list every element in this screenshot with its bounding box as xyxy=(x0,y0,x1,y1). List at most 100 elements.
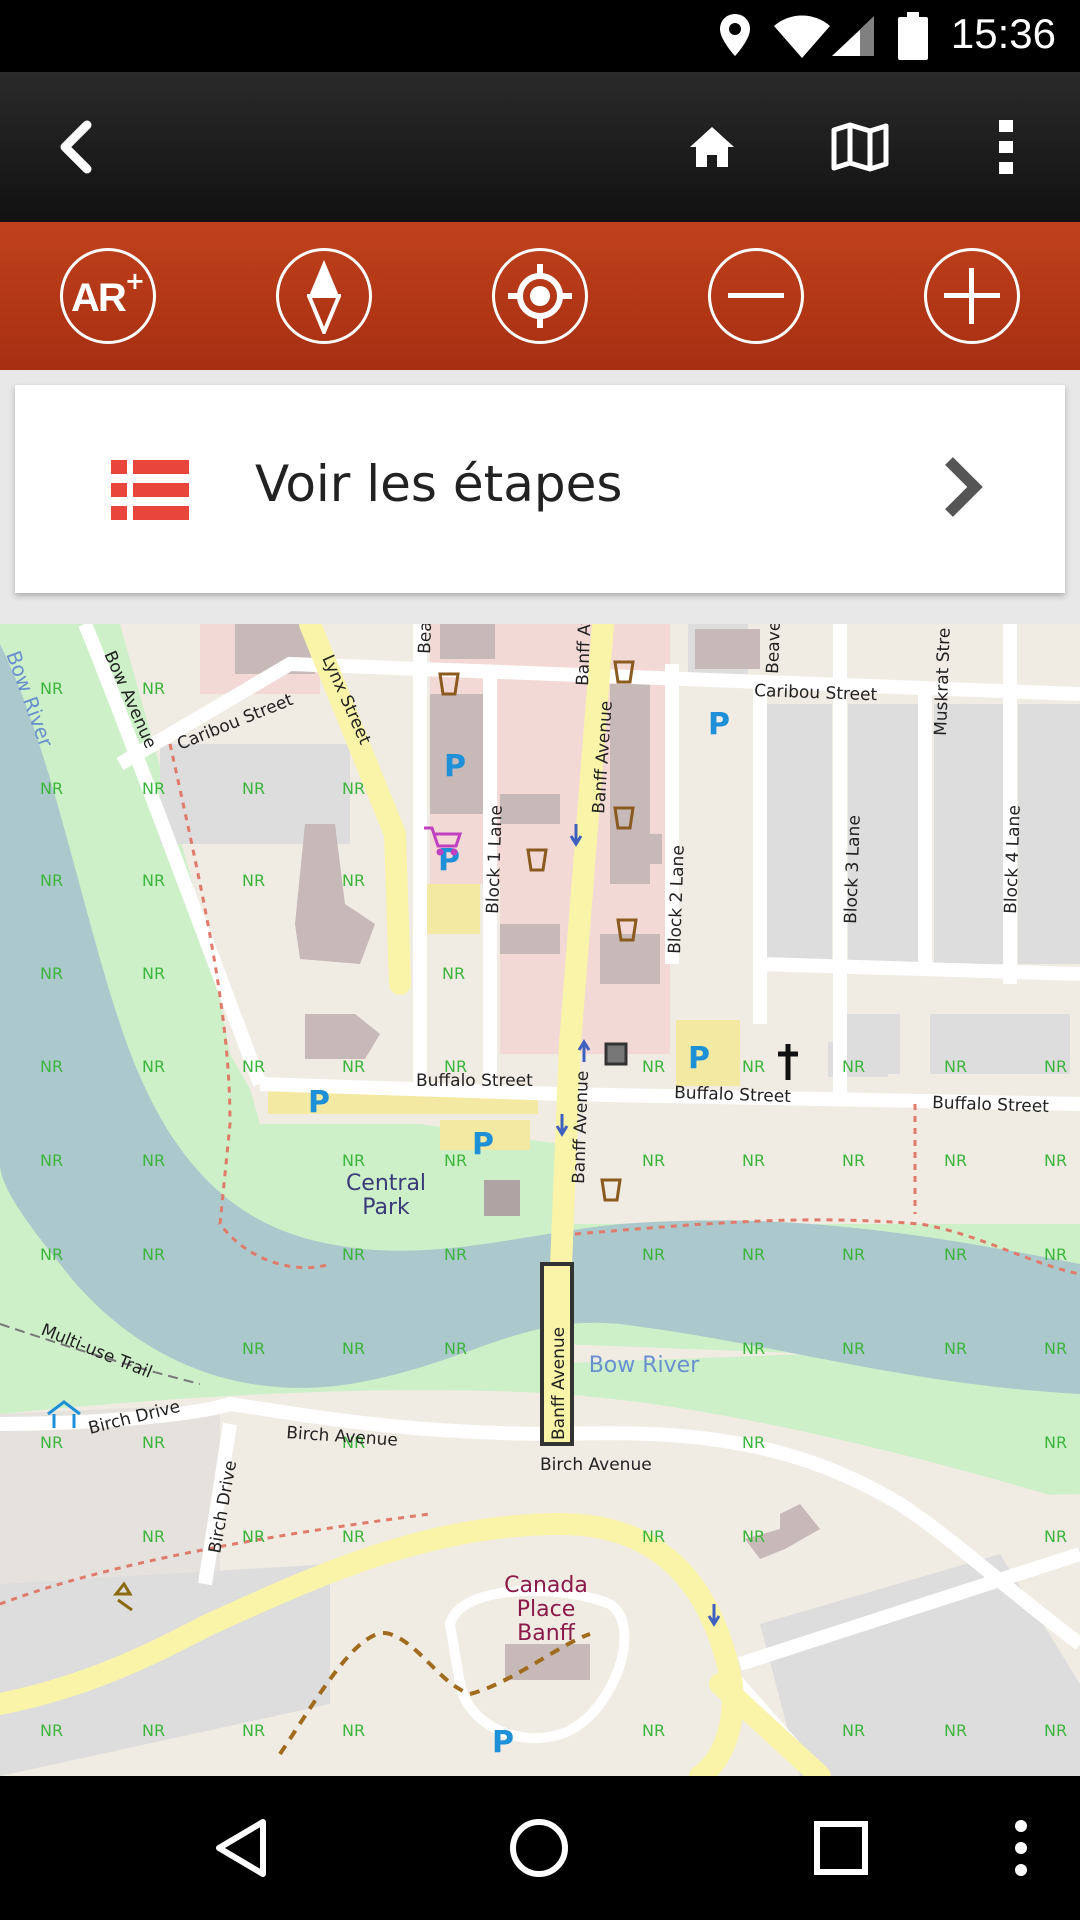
nr-label: NR xyxy=(40,679,63,698)
nr-label: NR xyxy=(1044,1721,1067,1740)
nr-label: NR xyxy=(1044,1057,1067,1076)
compass-button[interactable] xyxy=(276,248,372,344)
info-point-icon xyxy=(604,1042,628,1066)
nr-label: NR xyxy=(842,1245,865,1264)
parking-marker: P xyxy=(688,1041,710,1076)
nr-label: NR xyxy=(40,1721,63,1740)
nr-label: NR xyxy=(742,1527,765,1546)
plus-icon xyxy=(944,268,1000,324)
nr-label: NR xyxy=(642,1245,665,1264)
minus-icon xyxy=(728,293,784,298)
nr-label: NR xyxy=(444,1151,467,1170)
nav-menu-button[interactable] xyxy=(976,1806,1066,1890)
parking-marker: P xyxy=(472,1127,494,1162)
cell-signal-icon xyxy=(832,16,874,56)
nr-label: NR xyxy=(742,1433,765,1452)
map-icon xyxy=(831,122,889,172)
ar-plus-icon: + xyxy=(124,267,145,295)
ar-button[interactable]: AR + xyxy=(60,248,156,344)
overflow-menu-button[interactable] xyxy=(966,107,1046,187)
block2-lane-label: Block 2 Lane xyxy=(665,845,689,954)
nr-label: NR xyxy=(944,1057,967,1076)
parking-marker: P xyxy=(308,1085,330,1120)
app-bar xyxy=(0,72,1080,222)
nr-label: NR xyxy=(1044,1433,1067,1452)
central-park-label-1: Central xyxy=(346,1171,426,1196)
nr-label: NR xyxy=(342,779,365,798)
locate-button[interactable] xyxy=(492,248,588,344)
bear-street-label: Bea xyxy=(415,624,436,654)
building-3 xyxy=(695,629,760,669)
system-nav-bar xyxy=(0,1776,1080,1920)
lot-3 xyxy=(934,704,1004,964)
back-button[interactable] xyxy=(35,107,115,187)
nr-label: NR xyxy=(242,1057,265,1076)
buffalo-street-label-centre: Buffalo Street xyxy=(674,1083,792,1107)
birch-avenue-label-east: Birch Avenue xyxy=(540,1455,652,1475)
nr-label: NR xyxy=(742,1057,765,1076)
nav-recents-button[interactable] xyxy=(796,1806,886,1890)
nr-label: NR xyxy=(442,964,465,983)
map-button[interactable] xyxy=(820,107,900,187)
nr-label: NR xyxy=(944,1721,967,1740)
steps-card[interactable]: Voir les étapes xyxy=(15,385,1065,593)
nr-label: NR xyxy=(642,1057,665,1076)
nr-label: NR xyxy=(642,1721,665,1740)
clock: 15:36 xyxy=(950,10,1056,57)
nr-label: NR xyxy=(842,1721,865,1740)
map-toolbar: AR + xyxy=(0,222,1080,370)
home-button[interactable] xyxy=(672,107,752,187)
nav-home-button[interactable] xyxy=(494,1806,584,1890)
nr-label: NR xyxy=(342,1339,365,1358)
building-8 xyxy=(500,924,560,954)
nr-label: NR xyxy=(142,1527,165,1546)
buffalo-street-label-west: Buffalo Street xyxy=(416,1071,533,1091)
nr-label: NR xyxy=(342,1527,365,1546)
nr-label: NR xyxy=(342,1245,365,1264)
nr-label: NR xyxy=(142,964,165,983)
banff-avenue-label-bridge: Banff Avenue xyxy=(549,1327,569,1440)
nr-label: NR xyxy=(242,871,265,890)
map-canvas[interactable]: NR NR NR NR NR NR NR NR NR NR NR NR NR N… xyxy=(0,624,1080,1776)
map-view[interactable]: NR NR NR NR NR NR NR NR NR NR NR NR NR N… xyxy=(0,624,1080,1776)
home-nav-icon xyxy=(510,1819,568,1877)
building-2 xyxy=(440,624,495,659)
nr-label: NR xyxy=(742,1339,765,1358)
nr-label: NR xyxy=(342,1151,365,1170)
building-12 xyxy=(484,1180,520,1216)
muskrat-street-label: Muskrat Stre xyxy=(931,627,955,736)
nr-label: NR xyxy=(842,1151,865,1170)
zoom-out-button[interactable] xyxy=(708,248,804,344)
nr-label: NR xyxy=(342,1721,365,1740)
lot-street-1 xyxy=(759,957,1080,981)
list-icon xyxy=(111,460,189,520)
nr-label: NR xyxy=(40,1057,63,1076)
beaver-street-label: Beave xyxy=(763,624,785,674)
central-park-label-2: Park xyxy=(362,1195,410,1220)
canada-place-label-2: Place xyxy=(517,1597,576,1622)
chevron-right-icon xyxy=(945,457,983,517)
nr-label: NR xyxy=(142,1245,165,1264)
block1-lane-label: Block 1 Lane xyxy=(483,805,507,914)
nr-label: NR xyxy=(444,1245,467,1264)
nr-label: NR xyxy=(1044,1151,1067,1170)
nr-label: NR xyxy=(40,779,63,798)
home-icon xyxy=(690,127,734,167)
canada-place-label-3: Banff xyxy=(517,1621,576,1646)
nav-back-button[interactable] xyxy=(196,1806,286,1890)
lot-4 xyxy=(1018,704,1080,964)
location-icon xyxy=(720,14,750,56)
building-6 xyxy=(500,794,560,824)
nr-label: NR xyxy=(642,1151,665,1170)
nr-label: NR xyxy=(40,964,63,983)
back-nav-icon xyxy=(216,1819,266,1877)
nr-label: NR xyxy=(742,1151,765,1170)
bow-river-label-centre: Bow River xyxy=(589,1353,700,1378)
nr-label: NR xyxy=(242,1339,265,1358)
zoom-in-button[interactable] xyxy=(924,248,1020,344)
building-15 xyxy=(505,1644,590,1680)
nr-label: NR xyxy=(642,1527,665,1546)
parking-marker: P xyxy=(492,1725,514,1760)
lot-1 xyxy=(762,704,832,964)
nr-label: NR xyxy=(142,1433,165,1452)
